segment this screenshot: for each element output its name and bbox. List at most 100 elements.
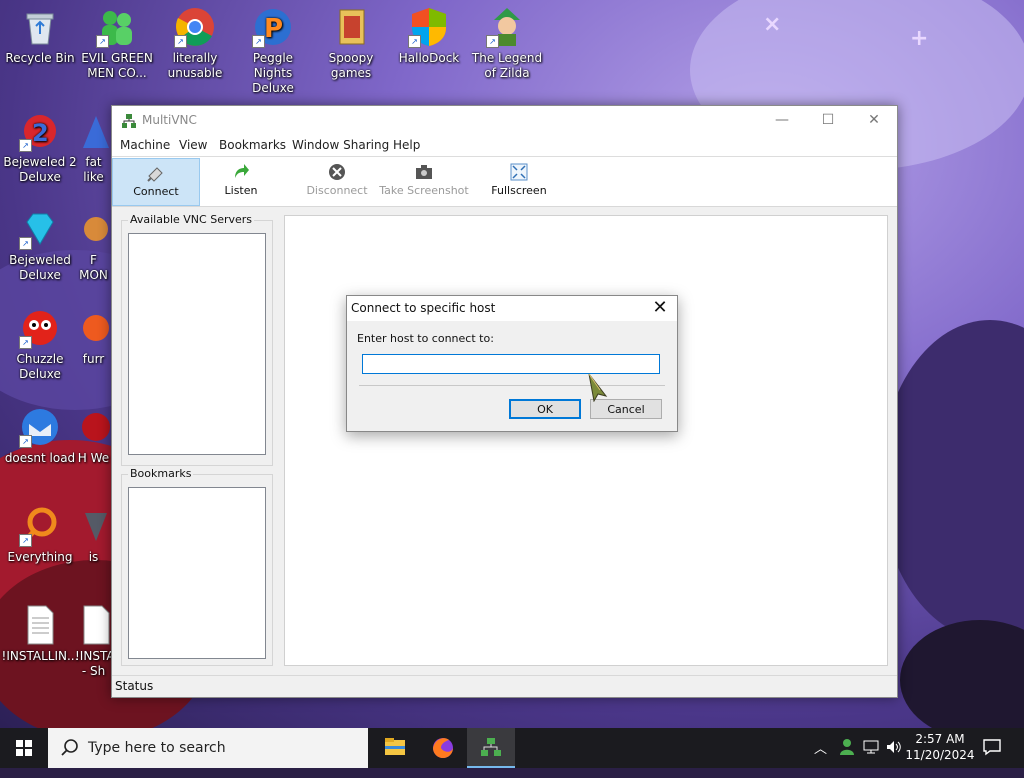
desktop-icon-bejeweled-2[interactable]: 2 ↗ Bejeweled 2 Deluxe [0, 110, 80, 185]
mouse-cursor-icon [586, 372, 610, 403]
taskbar-search-box[interactable]: Type here to search [48, 728, 368, 768]
clock-time: 2:57 AM [915, 732, 965, 746]
peggle-icon: P ↗ [252, 6, 294, 48]
wallpaper-star: + [910, 26, 929, 51]
window-titlebar[interactable]: MultiVNC — ☐ ✕ [112, 106, 897, 135]
desktop-icon-mon[interactable]: F MON [75, 208, 112, 283]
window-title: MultiVNC [142, 113, 197, 127]
ok-button[interactable]: OK [509, 399, 581, 419]
shortcut-arrow-icon: ↗ [19, 237, 32, 250]
desktop-icon-insta-sh[interactable]: !INSTA - Sh [75, 604, 112, 679]
disconnect-icon [328, 163, 346, 181]
desktop-icon-legend-of-zilda[interactable]: ↗ The Legend of Zilda [467, 6, 547, 81]
close-window-button[interactable]: ✕ [851, 106, 897, 135]
desktop-icon-installing[interactable]: !INSTALLIN... [0, 604, 80, 664]
desktop-icon-evil-green-men[interactable]: ↗ EVIL GREEN MEN CO... [77, 6, 157, 81]
desktop-icon-h-we[interactable]: H We [75, 406, 112, 466]
shortcut-arrow-icon: ↗ [19, 336, 32, 349]
desktop-icon-recycle-bin[interactable]: Recycle Bin [0, 6, 80, 66]
menu-window-sharing[interactable]: Window Sharing [292, 138, 389, 152]
taskbar-file-explorer[interactable] [371, 728, 419, 768]
taskbar-multivnc[interactable] [467, 728, 515, 768]
windows-shield-icon: ↗ [408, 6, 450, 48]
dialog-titlebar[interactable]: Connect to specific host ✕ [347, 296, 677, 321]
network-icon[interactable] [862, 738, 880, 778]
shortcut-arrow-icon: ↗ [174, 35, 187, 48]
dialog-close-icon[interactable]: ✕ [649, 297, 671, 318]
desktop-icon-doesnt-load[interactable]: ↗ doesnt load [0, 406, 80, 466]
windows-logo-icon [16, 740, 32, 756]
shortcut-arrow-icon: ↗ [96, 35, 109, 48]
diamond-icon: ↗ [19, 208, 61, 250]
status-text: Status [115, 679, 154, 693]
chuzzle-icon: ↗ [19, 307, 61, 349]
host-prompt-label: Enter host to connect to: [357, 332, 494, 345]
text-file-icon [75, 604, 112, 646]
recycle-bin-icon [19, 6, 61, 48]
fullscreen-icon [510, 163, 528, 181]
svg-text:2: 2 [32, 119, 49, 147]
desktop-icon-furr[interactable]: furr [75, 307, 112, 367]
desktop-icon-fat-like[interactable]: fat like [75, 110, 112, 185]
bookmarks-group: Bookmarks [121, 467, 273, 666]
taskbar-firefox[interactable] [419, 728, 467, 768]
app-icon [75, 406, 112, 448]
connect-host-dialog: Connect to specific host ✕ Enter host to… [346, 295, 678, 432]
toolbar: Connect Listen Disconnect Take Screensho… [112, 157, 897, 207]
desktop-icon-spoopy-games[interactable]: Spoopy games [311, 6, 391, 81]
menu-bookmarks[interactable]: Bookmarks [219, 138, 286, 152]
folder-icon [385, 738, 405, 755]
status-bar: Status [112, 675, 897, 697]
maximize-button[interactable]: ☐ [805, 106, 851, 135]
app-icon [75, 505, 112, 547]
host-input[interactable] [362, 354, 660, 374]
wallpaper-ghost [880, 320, 1024, 640]
take-screenshot-button[interactable]: Take Screenshot [378, 158, 470, 204]
connect-plug-icon [147, 164, 165, 182]
folder-games-icon [330, 6, 372, 48]
everything-search-icon: ↗ [19, 505, 61, 547]
firefox-icon [433, 738, 453, 758]
minimize-button[interactable]: — [759, 106, 805, 135]
text-file-icon [19, 604, 61, 646]
taskbar: Type here to search ︿ 2:57 AM 11/20/2024 [0, 728, 1024, 768]
search-icon [61, 739, 78, 756]
tray-vnc-user-icon[interactable] [838, 737, 856, 777]
shortcut-arrow-icon: ↗ [252, 35, 265, 48]
notification-center-icon[interactable] [982, 738, 1002, 778]
multivnc-app-icon [121, 113, 137, 129]
taskbar-clock[interactable]: 2:57 AM 11/20/2024 [905, 731, 975, 763]
desktop-icon-everything[interactable]: ↗ Everything [0, 505, 80, 565]
bookmarks-list[interactable] [128, 487, 266, 659]
start-button[interactable] [0, 728, 48, 768]
wallpaper-pot [900, 620, 1024, 728]
bookmarks-label: Bookmarks [128, 467, 194, 480]
clock-date: 11/20/2024 [905, 748, 975, 762]
listen-button[interactable]: Listen [200, 158, 282, 204]
menu-view[interactable]: View [179, 138, 207, 152]
available-servers-list[interactable] [128, 233, 266, 455]
desktop-icon-hallodock[interactable]: ↗ HalloDock [389, 6, 469, 66]
app-icon [75, 110, 112, 152]
zilda-game-icon: ↗ [486, 6, 528, 48]
volume-icon[interactable] [885, 738, 903, 778]
desktop-icon-chuzzle[interactable]: ↗ Chuzzle Deluxe [0, 307, 80, 382]
green-men-icon: ↗ [96, 6, 138, 48]
remote-display-panel [284, 215, 888, 666]
tray-overflow-chevron-icon[interactable]: ︿ [814, 738, 827, 778]
desktop-icon-bejeweled[interactable]: ↗ Bejeweled Deluxe [0, 208, 80, 283]
desktop-icon-literally-unusable[interactable]: ↗ literally unusable [155, 6, 235, 81]
menu-help[interactable]: Help [393, 138, 420, 152]
dialog-title: Connect to specific host [351, 301, 496, 315]
connect-button[interactable]: Connect [112, 158, 200, 206]
shortcut-arrow-icon: ↗ [486, 35, 499, 48]
desktop-icon-is[interactable]: is [75, 505, 112, 565]
fullscreen-button[interactable]: Fullscreen [480, 158, 558, 204]
disconnect-button[interactable]: Disconnect [298, 158, 376, 204]
search-placeholder: Type here to search [88, 740, 226, 756]
desktop-icon-peggle-nights[interactable]: P ↗ Peggle Nights Deluxe [233, 6, 313, 96]
menu-bar: Machine View Bookmarks Window Sharing He… [112, 135, 897, 157]
thunderbird-icon: ↗ [19, 406, 61, 448]
menu-machine[interactable]: Machine [120, 138, 170, 152]
app-icon [75, 208, 112, 250]
